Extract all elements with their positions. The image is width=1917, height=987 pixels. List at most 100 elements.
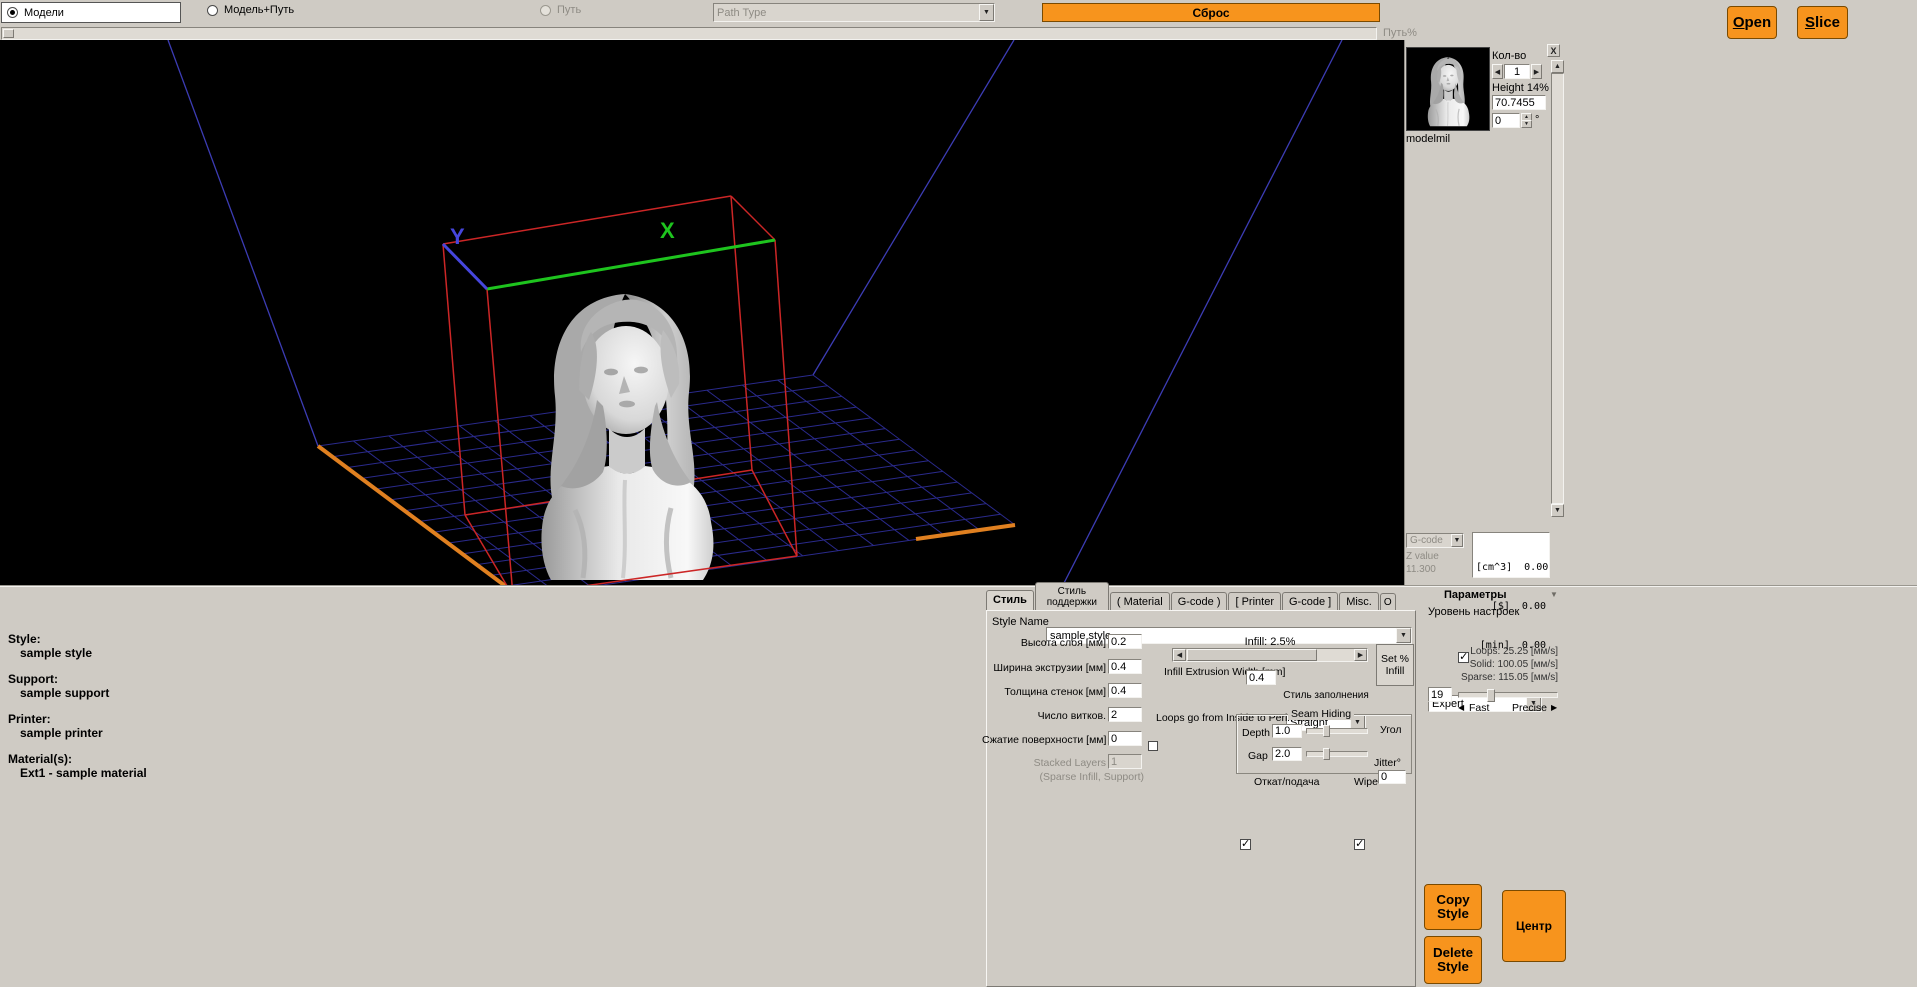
seam-gap-input[interactable] bbox=[1272, 747, 1302, 761]
open-button[interactable]: Open bbox=[1727, 6, 1777, 39]
count-input[interactable] bbox=[1504, 64, 1530, 79]
tab-style[interactable]: Стиль bbox=[986, 590, 1034, 611]
speed-quality-slider-thumb[interactable] bbox=[1487, 689, 1495, 702]
models-scroll-up-button[interactable]: ▲ bbox=[1551, 60, 1564, 73]
tab-gcode-open[interactable]: G-code ) bbox=[1171, 592, 1228, 610]
model-thumbnail-image bbox=[1407, 48, 1489, 130]
count-decrement-button[interactable]: ◀ bbox=[1492, 64, 1503, 79]
seam-gap-slider[interactable] bbox=[1306, 751, 1368, 757]
height-value-input[interactable] bbox=[1492, 95, 1546, 110]
stacked-layers-label: Stacked Layers bbox=[982, 757, 1106, 769]
delete-style-button[interactable]: Delete Style bbox=[1424, 936, 1482, 984]
infill-slider-left-button[interactable]: ◀ bbox=[1173, 649, 1186, 661]
chevron-down-icon[interactable]: ▼ bbox=[1396, 628, 1411, 643]
gcode-combo-value: G-code bbox=[1410, 535, 1443, 546]
parameters-label: Параметры bbox=[1444, 589, 1506, 601]
stacked-layers-note: (Sparse Infill, Support) bbox=[984, 771, 1144, 783]
path-percent-slider[interactable] bbox=[1, 27, 1377, 40]
slice-button[interactable]: Slice bbox=[1797, 6, 1848, 39]
gcode-combo[interactable]: G-code ▼ bbox=[1406, 533, 1464, 548]
seam-depth-slider[interactable] bbox=[1306, 728, 1368, 734]
retract-checkbox[interactable] bbox=[1240, 839, 1251, 850]
set-infill-button[interactable]: Set % Infill bbox=[1376, 644, 1414, 686]
speed-quality-slider[interactable] bbox=[1458, 692, 1558, 698]
chevron-down-icon[interactable]: ▼ bbox=[1451, 534, 1463, 547]
arrow-right-icon: ▶ bbox=[1358, 651, 1363, 659]
extrusion-width-label: Ширина экструзии [мм] bbox=[982, 662, 1106, 674]
infill-extrusion-input[interactable] bbox=[1246, 670, 1276, 685]
count-increment-button[interactable]: ▶ bbox=[1531, 64, 1542, 79]
z-value: 11.300 bbox=[1406, 564, 1436, 575]
wall-thickness-label: Толщина стенок [мм] bbox=[982, 686, 1106, 698]
parameters-collapse-icon[interactable]: ▼ bbox=[1550, 590, 1558, 599]
height-percent-label: Height 14% bbox=[1492, 82, 1549, 94]
speed-solid: Solid: 100.05 [мм/s] bbox=[1432, 658, 1558, 671]
path-percent-label: Путь% bbox=[1383, 27, 1417, 39]
reset-button[interactable]: Сброс bbox=[1042, 3, 1380, 22]
models-radio[interactable] bbox=[7, 7, 18, 18]
tab-gcode-close[interactable]: G-code ] bbox=[1282, 592, 1338, 610]
seam-jitter-label: Jitter° bbox=[1374, 757, 1401, 769]
speed-sparse: Sparse: 115.05 [мм/s] bbox=[1432, 671, 1558, 684]
path-radio-item[interactable]: Путь bbox=[540, 4, 581, 16]
retract-label: Откат/подача bbox=[1254, 776, 1319, 788]
tab-misc[interactable]: Misc. bbox=[1339, 592, 1379, 610]
wall-thickness-input[interactable] bbox=[1108, 683, 1142, 698]
copy-style-button[interactable]: Copy Style bbox=[1424, 884, 1482, 930]
viewport-3d[interactable]: X Y bbox=[0, 40, 1404, 585]
loops-direction-checkbox[interactable] bbox=[1148, 741, 1158, 751]
arrow-down-icon: ▼ bbox=[1524, 121, 1529, 127]
seam-depth-input[interactable] bbox=[1272, 724, 1302, 738]
open-button-label: Open bbox=[1733, 14, 1771, 31]
loops-count-label: Число витков. bbox=[982, 710, 1106, 722]
close-model-button[interactable]: X bbox=[1547, 44, 1560, 57]
models-scrollbar[interactable] bbox=[1551, 73, 1564, 504]
tab-material[interactable]: ( Material bbox=[1110, 592, 1170, 610]
top-toolbar: Модели Модель+Путь Путь Path Type ▼ Сбро… bbox=[0, 0, 1917, 40]
tab-overflow[interactable]: O bbox=[1380, 593, 1396, 610]
style-name-label: Style Name bbox=[992, 616, 1049, 628]
seam-hiding-label: Seam Hiding bbox=[1288, 708, 1354, 720]
wipe-checkbox[interactable] bbox=[1354, 839, 1365, 850]
speed-quality-input[interactable] bbox=[1428, 687, 1452, 702]
loops-count-input[interactable] bbox=[1108, 707, 1142, 722]
loops-direction-note: Loops go from Inside to Perimeter bbox=[1156, 712, 1236, 725]
layer-height-input[interactable] bbox=[1108, 634, 1142, 649]
precise-label: Precise bbox=[1512, 702, 1547, 714]
count-label: Кол-во bbox=[1492, 50, 1526, 62]
model-thumbnail[interactable] bbox=[1406, 47, 1490, 131]
layer-height-label: Высота слоя [мм] bbox=[982, 637, 1106, 649]
summary-materials-label: Material(s): bbox=[8, 752, 147, 766]
models-radio-field[interactable]: Модели bbox=[1, 2, 181, 23]
angle-degree-label: ° bbox=[1535, 114, 1539, 126]
model-path-radio-item[interactable]: Модель+Путь bbox=[207, 4, 294, 16]
z-value-label: Z value bbox=[1406, 551, 1439, 562]
models-scroll-down-button[interactable]: ▼ bbox=[1551, 504, 1564, 517]
chevron-down-icon[interactable]: ▼ bbox=[979, 4, 994, 21]
seam-gap-slider-thumb[interactable] bbox=[1323, 748, 1330, 760]
seam-depth-slider-thumb[interactable] bbox=[1323, 725, 1330, 737]
model-path-radio[interactable] bbox=[207, 5, 218, 16]
infill-percent-label: Infill: 2.5% bbox=[1172, 636, 1368, 648]
extrusion-width-input[interactable] bbox=[1108, 659, 1142, 674]
angle-spin-down-button[interactable]: ▼ bbox=[1521, 120, 1532, 128]
path-radio[interactable] bbox=[540, 5, 551, 16]
settings-tabstrip: Стиль Стиль поддержки ( Material G-code … bbox=[986, 586, 1418, 610]
tab-support[interactable]: Стиль поддержки bbox=[1035, 582, 1109, 610]
tab-printer[interactable]: [ Printer bbox=[1228, 592, 1281, 610]
center-button[interactable]: Центр bbox=[1502, 890, 1566, 962]
seam-jitter-input[interactable] bbox=[1378, 770, 1406, 784]
path-percent-slider-thumb[interactable] bbox=[3, 29, 14, 38]
path-radio-label: Путь bbox=[557, 4, 581, 16]
infill-slider[interactable]: ◀ ▶ bbox=[1172, 648, 1368, 662]
speed-readout: Loops: 25.25 [мм/s] Solid: 100.05 [мм/s]… bbox=[1432, 645, 1558, 684]
speed-loops: Loops: 25.25 [мм/s] bbox=[1432, 645, 1558, 658]
stacked-layers-input[interactable] bbox=[1108, 754, 1142, 769]
path-type-combo[interactable]: Path Type ▼ bbox=[713, 3, 995, 22]
seam-angle-label: Угол bbox=[1380, 724, 1402, 736]
infill-extrusion-label: Infill Extrusion Width [mm] bbox=[1164, 666, 1242, 678]
infill-slider-thumb[interactable] bbox=[1187, 649, 1317, 661]
surface-compression-input[interactable] bbox=[1108, 731, 1142, 746]
infill-slider-right-button[interactable]: ▶ bbox=[1354, 649, 1367, 661]
rotation-angle-input[interactable] bbox=[1492, 113, 1520, 128]
